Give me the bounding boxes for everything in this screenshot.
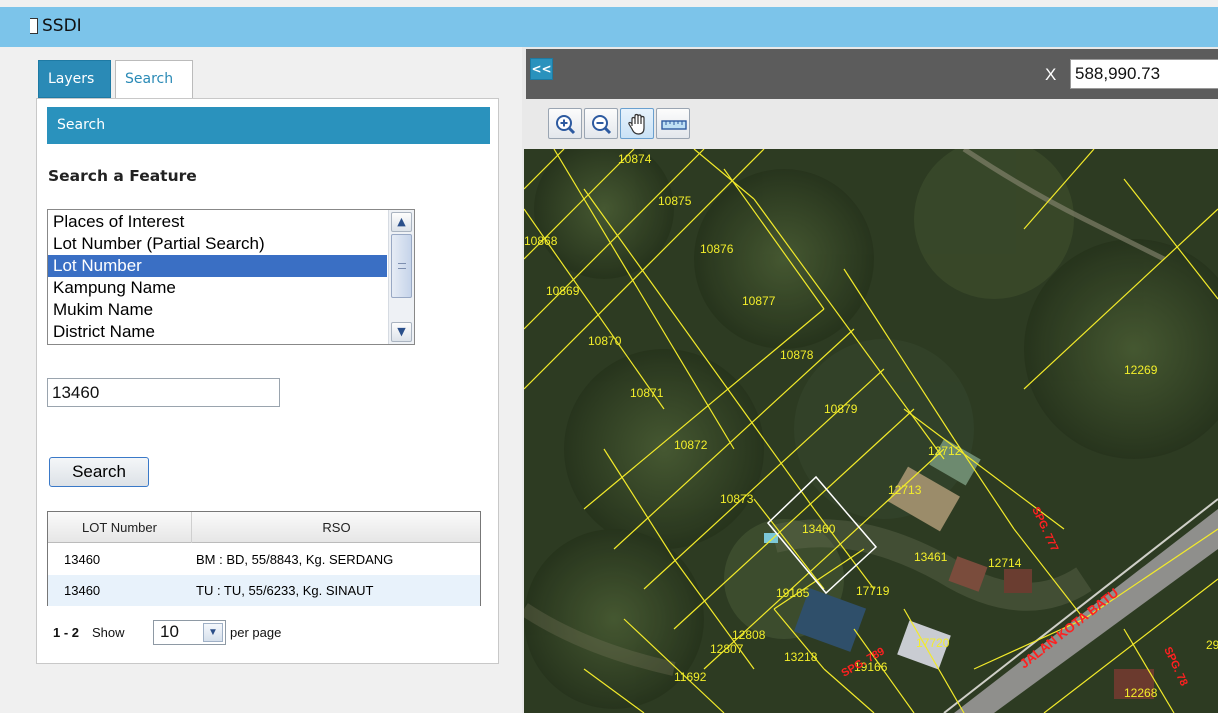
map-top-bar: << X 588,990.73 [526, 49, 1218, 99]
map-area: << X 588,990.73 10874 10875 10868 10876 … [522, 47, 1218, 713]
search-panel: Search Search a Feature Places of Intere… [36, 98, 499, 664]
lot-number-label[interactable]: 13460 [802, 522, 836, 536]
x-coordinate-label: X [1045, 65, 1057, 84]
pan-hand-icon [628, 113, 645, 135]
lot-number-label[interactable]: 10872 [674, 438, 708, 452]
per-page-value: 10 [160, 622, 179, 641]
app-window-icon [30, 18, 38, 34]
feature-type-listbox[interactable]: Places of Interest Lot Number (Partial S… [47, 209, 415, 345]
zoom-out-icon [592, 115, 612, 135]
scrollbar-thumb[interactable] [391, 234, 412, 298]
zoom-in-button[interactable] [548, 108, 582, 139]
search-value-input[interactable] [47, 378, 280, 407]
measure-ruler-icon [661, 120, 687, 130]
per-page-select[interactable]: 10 ▼ [153, 620, 226, 645]
scroll-down-arrow-icon[interactable]: ▼ [391, 322, 412, 342]
map-canvas[interactable]: 10874 10875 10868 10876 10869 10877 10870 10878… [524, 149, 1218, 713]
cell-rso: BM : BD, 55/8843, Kg. SERDANG [196, 552, 394, 567]
results-table-header: LOT Number RSO [48, 512, 480, 543]
map-toolbar [548, 108, 745, 140]
lot-number-label[interactable]: 10873 [720, 492, 754, 506]
cell-lot-number: 13460 [64, 552, 101, 567]
search-panel-header: Search [47, 107, 490, 144]
lot-number-label[interactable]: 12712 [928, 444, 962, 458]
lot-number-label[interactable]: 10874 [618, 152, 652, 166]
lot-number-label[interactable]: 17720 [916, 636, 950, 650]
pager-range: 1 - 2 [53, 625, 80, 640]
window-titlebar: SSDI [0, 0, 1218, 47]
column-header-rso[interactable]: RSO [193, 512, 480, 543]
lot-number-label[interactable]: 12808 [732, 628, 766, 642]
feature-option-district-name[interactable]: District Name [48, 321, 387, 343]
feature-option-lot-number-partial[interactable]: Lot Number (Partial Search) [48, 233, 387, 255]
lot-number-label[interactable]: 10875 [658, 194, 692, 208]
tab-search[interactable]: Search [115, 60, 193, 99]
lot-number-label[interactable]: 10877 [742, 294, 776, 308]
lot-number-label[interactable]: 13218 [784, 650, 818, 664]
lot-number-label[interactable]: 19165 [776, 586, 810, 600]
lot-number-label[interactable]: 17719 [856, 584, 890, 598]
pager-show-label: Show [92, 625, 125, 640]
lot-number-label[interactable]: 12268 [1124, 686, 1158, 700]
cell-rso: TU : TU, 55/6233, Kg. SINAUT [196, 583, 374, 598]
titlebar-background [0, 7, 1218, 47]
x-coordinate-field[interactable]: 588,990.73 [1070, 59, 1218, 89]
column-header-lot-number[interactable]: LOT Number [48, 512, 192, 543]
zoom-out-button[interactable] [584, 108, 618, 139]
feature-option-mukim-name[interactable]: Mukim Name [48, 299, 387, 321]
lot-number-label[interactable]: 10870 [588, 334, 622, 348]
cell-lot-number: 13460 [64, 583, 101, 598]
lot-number-label[interactable]: 12269 [1124, 363, 1158, 377]
search-button[interactable]: Search [49, 457, 149, 487]
table-row[interactable]: 13460 BM : BD, 55/8843, Kg. SERDANG [48, 544, 480, 575]
lot-number-label[interactable]: 12807 [710, 642, 744, 656]
scrollbar-grip-icon [398, 263, 406, 269]
map-pool [764, 533, 778, 543]
lot-number-label[interactable]: 10876 [700, 242, 734, 256]
lot-number-label[interactable]: 12713 [888, 483, 922, 497]
feature-option-places-of-interest[interactable]: Places of Interest [48, 211, 387, 233]
tab-layers[interactable]: Layers [38, 60, 111, 98]
measure-button[interactable] [656, 108, 690, 139]
lot-number-label[interactable]: 10869 [546, 284, 580, 298]
search-feature-title: Search a Feature [48, 167, 197, 185]
map-house-roof-4 [1004, 569, 1032, 593]
lot-number-label[interactable]: 29 [1206, 638, 1218, 652]
map-satellite-view[interactable]: 10874 10875 10868 10876 10869 10877 10870 10878… [524, 149, 1218, 713]
lot-number-label[interactable]: 12714 [988, 556, 1022, 570]
pager-per-page-label: per page [230, 625, 282, 640]
lot-number-label[interactable]: 10879 [824, 402, 858, 416]
feature-option-kampung-name[interactable]: Kampung Name [48, 277, 387, 299]
lot-number-label[interactable]: 11692 [674, 670, 707, 684]
lot-number-label[interactable]: 10868 [524, 234, 558, 248]
app-title: SSDI [42, 16, 82, 36]
chevron-down-icon[interactable]: ▼ [203, 623, 223, 642]
collapse-panel-button[interactable]: << [530, 58, 553, 80]
table-row[interactable]: 13460 TU : TU, 55/6233, Kg. SINAUT [48, 575, 480, 606]
pan-button[interactable] [620, 108, 654, 139]
lot-number-label[interactable]: 10878 [780, 348, 814, 362]
listbox-scrollbar[interactable]: ▲ ▼ [388, 210, 414, 344]
lot-number-label[interactable]: 13461 [914, 550, 948, 564]
scroll-up-arrow-icon[interactable]: ▲ [391, 212, 412, 232]
lot-number-label[interactable]: 10871 [630, 386, 664, 400]
zoom-in-icon [556, 115, 576, 135]
feature-option-lot-number[interactable]: Lot Number [48, 255, 387, 277]
results-table: LOT Number RSO 13460 BM : BD, 55/8843, K… [47, 511, 481, 606]
